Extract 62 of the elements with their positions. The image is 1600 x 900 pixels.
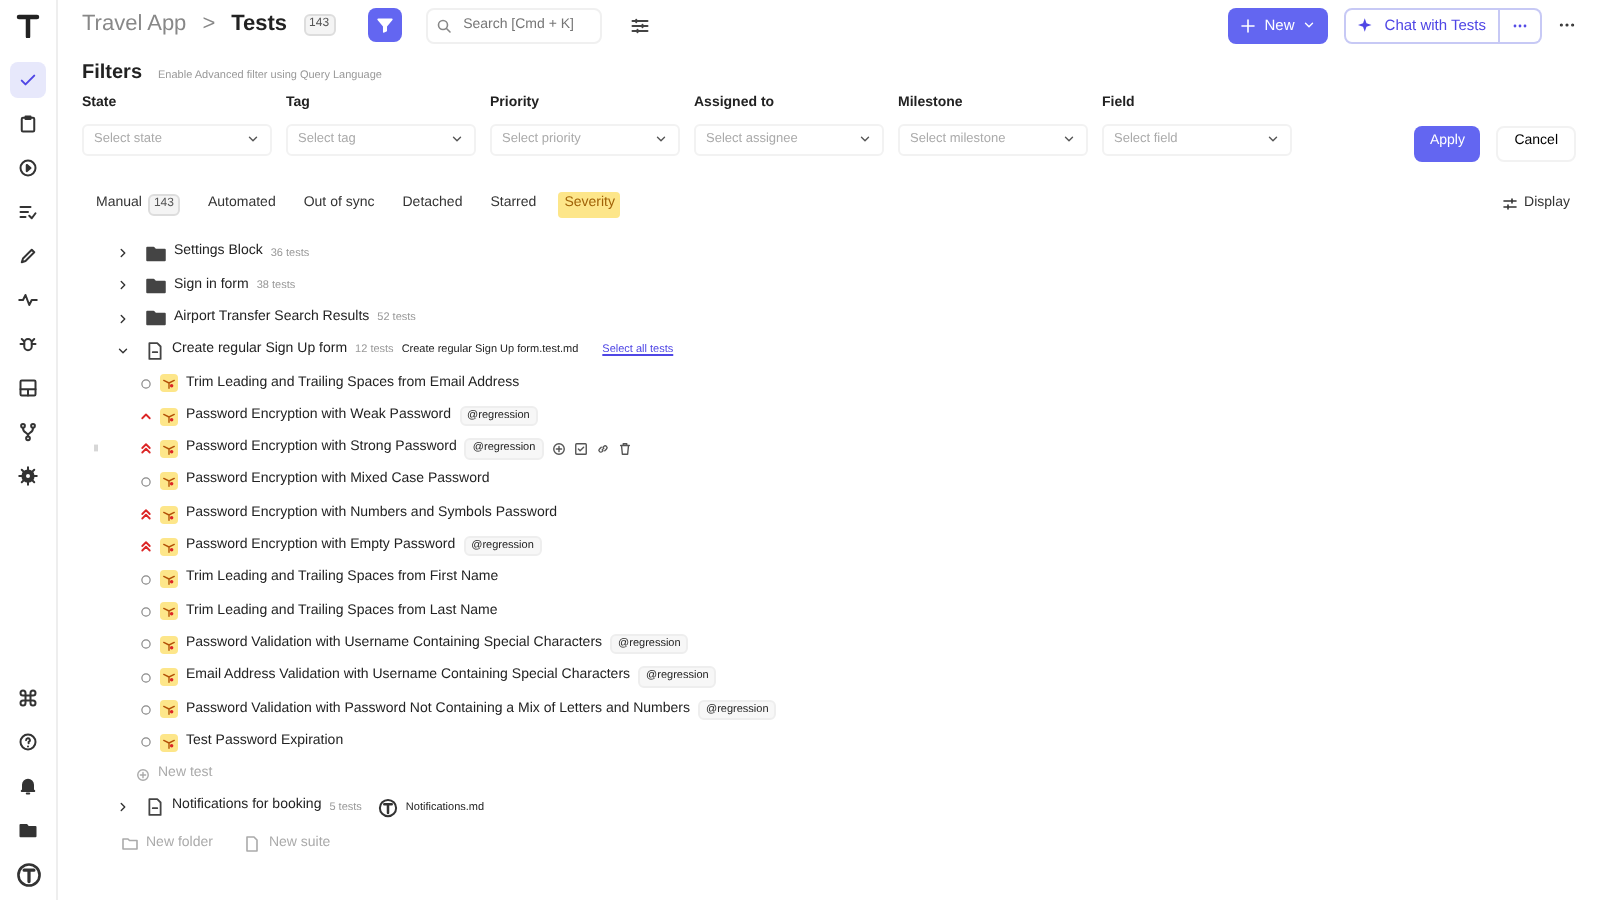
sliders-icon[interactable]	[629, 15, 650, 35]
test-icon	[162, 735, 176, 750]
test-icon	[162, 637, 176, 652]
filters-title: Filters	[82, 60, 143, 88]
filter-button[interactable]	[367, 8, 402, 42]
bug-icon[interactable]	[18, 334, 38, 354]
test-icon	[162, 474, 176, 489]
chevron-icon	[246, 132, 260, 146]
test-icon	[162, 539, 176, 554]
chevron-icon	[654, 132, 668, 146]
report-icon[interactable]	[18, 378, 38, 398]
page-title: Tests	[231, 10, 288, 41]
breadcrumb-link[interactable]: Travel App	[82, 8, 187, 42]
folder-outline-icon	[122, 835, 138, 852]
list-check-icon[interactable]	[18, 202, 38, 222]
file-icon	[146, 342, 164, 361]
trash-icon[interactable]	[617, 441, 632, 456]
bell-icon[interactable]	[18, 776, 38, 796]
link-icon[interactable]	[595, 441, 610, 456]
folder-icon[interactable]	[18, 820, 38, 840]
caret-icon	[1302, 18, 1317, 32]
chevron-right-icon[interactable]	[116, 246, 130, 261]
filter-icon	[375, 16, 394, 34]
settings-icon[interactable]	[18, 466, 38, 486]
test-icon	[162, 572, 176, 587]
logo-icon	[16, 14, 40, 38]
avatar-icon[interactable]	[15, 861, 41, 887]
test-icon	[162, 376, 176, 391]
test-icon	[162, 604, 176, 619]
checkbox-icon[interactable]	[573, 441, 588, 456]
chevron-icon	[450, 132, 464, 146]
test-icon	[162, 670, 176, 684]
play-icon[interactable]	[18, 158, 38, 178]
help-icon[interactable]	[18, 732, 38, 752]
sliders-icon	[1502, 196, 1519, 212]
chevron-icon	[858, 132, 872, 146]
breadcrumb-separator: >	[202, 10, 216, 41]
folder-icon	[146, 243, 166, 264]
branch-icon[interactable]	[18, 422, 38, 442]
chevron-icon	[1266, 132, 1280, 146]
folder-icon	[146, 275, 166, 296]
test-icon	[162, 702, 176, 717]
chevron-right-icon[interactable]	[116, 800, 130, 815]
add-icon[interactable]	[551, 441, 566, 456]
command-icon[interactable]	[18, 688, 38, 708]
chevron-down-icon[interactable]	[116, 344, 130, 359]
search-icon	[435, 17, 452, 33]
file-icon	[146, 798, 164, 817]
test-icon	[162, 507, 176, 522]
folder-icon	[146, 308, 166, 329]
clipboard-icon[interactable]	[18, 114, 38, 134]
test-icon	[162, 441, 176, 456]
chevron-right-icon[interactable]	[116, 278, 130, 293]
plus-circle-icon	[136, 767, 150, 782]
check-icon[interactable]	[18, 70, 38, 90]
file-icon	[244, 835, 261, 852]
pen-icon[interactable]	[18, 246, 38, 266]
plus-icon	[1240, 17, 1257, 33]
test-icon	[162, 409, 176, 424]
chevron-right-icon[interactable]	[116, 311, 130, 326]
chevron-icon	[1062, 132, 1076, 146]
pulse-icon[interactable]	[18, 290, 38, 310]
